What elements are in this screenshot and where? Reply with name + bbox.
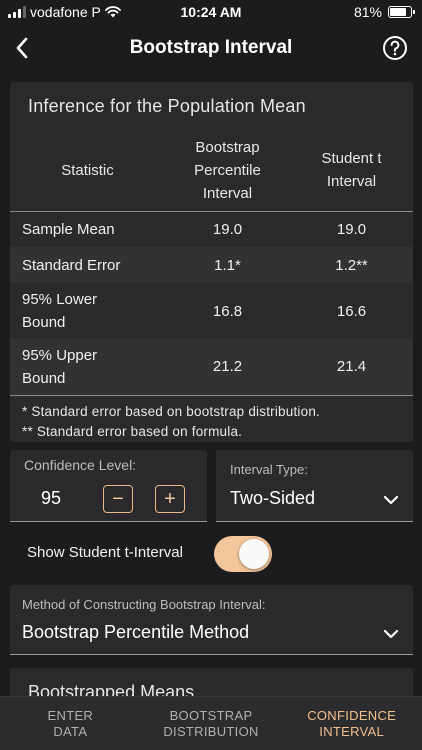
statistics-table: Statistic Bootstrap Percentile Interval … (10, 130, 413, 396)
table-header-row: Statistic Bootstrap Percentile Interval … (10, 130, 413, 212)
student-interval-toggle-label: Show Student t-Interval (27, 544, 183, 561)
student-interval-toggle-row: Show Student t-Interval (0, 534, 422, 574)
tab-label: INTERVAL (319, 724, 385, 739)
student-value: 19.0 (336, 220, 367, 238)
question-circle-icon (383, 36, 407, 60)
tab-label: ENTER (47, 708, 94, 723)
tab-confidence-interval[interactable]: CONFIDENCE INTERVAL (281, 697, 422, 750)
row-label: Sample Mean (22, 220, 115, 238)
header-student: Student t Interval (290, 130, 413, 212)
back-button[interactable] (6, 32, 38, 64)
battery-percent: 81% (353, 4, 382, 20)
footnote-bootstrap: * Standard error based on bootstrap dist… (22, 404, 320, 419)
signal-icon (8, 6, 26, 18)
bootstrap-value: 1.1* (165, 247, 290, 283)
method-label: Method of Constructing Bootstrap Interva… (22, 597, 266, 612)
content-scroll[interactable]: Inference for the Population Mean Statis… (0, 78, 422, 696)
tab-enter-data[interactable]: ENTER DATA (0, 697, 141, 750)
battery-fill (390, 8, 407, 16)
carrier-group: vodafone P (8, 4, 121, 20)
confidence-level-field: Confidence Level: 95 − + (10, 450, 207, 522)
student-interval-toggle[interactable] (214, 536, 272, 572)
tab-bootstrap-distribution[interactable]: BOOTSTRAP DISTRIBUTION (141, 697, 282, 750)
footnote-formula: ** Standard error based on formula. (22, 424, 243, 439)
table-row: 95% Upper Bound 21.2 21.4 (10, 339, 413, 396)
tab-label: CONFIDENCE (307, 708, 397, 723)
carrier-label: vodafone P (30, 4, 101, 20)
header-bootstrap: Bootstrap Percentile Interval (165, 130, 290, 212)
bootstrap-value: 21.2 (165, 339, 290, 396)
chevron-left-icon (16, 37, 28, 59)
method-select[interactable]: Method of Constructing Bootstrap Interva… (10, 585, 413, 655)
bootstrapped-means-card: Bootstrapped Means (10, 668, 413, 696)
inference-card: Inference for the Population Mean Statis… (10, 82, 413, 442)
interval-type-label: Interval Type: (230, 462, 308, 477)
increment-button[interactable]: + (155, 485, 185, 513)
chevron-down-icon (383, 495, 399, 505)
navigation-bar: Bootstrap Interval (0, 26, 422, 70)
table-row: Sample Mean 19.0 19.0 (10, 211, 413, 247)
interval-type-select[interactable]: Interval Type: Two-Sided (216, 450, 413, 522)
wifi-icon (104, 6, 121, 18)
bootstrap-value: 19.0 (212, 220, 243, 238)
footnotes: * Standard error based on bootstrap dist… (22, 402, 320, 442)
table-row: 95% Lower Bound 16.8 16.6 (10, 283, 413, 339)
table-row: Standard Error 1.1* 1.2** (10, 247, 413, 283)
interval-type-value: Two-Sided (230, 488, 316, 508)
student-value: 1.2** (290, 247, 413, 283)
help-button[interactable] (382, 35, 408, 61)
battery-group: 81% (353, 4, 415, 20)
battery-icon (388, 6, 415, 18)
inference-title: Inference for the Population Mean (28, 96, 306, 116)
header-statistic: Statistic (10, 130, 165, 212)
student-value: 21.4 (290, 339, 413, 396)
row-label: 95% Lower Bound (22, 291, 98, 331)
status-bar: vodafone P 10:24 AM 81% (0, 0, 422, 24)
bootstrap-value: 16.8 (212, 302, 243, 320)
student-value: 16.6 (336, 302, 367, 320)
tab-bar: ENTER DATA BOOTSTRAP DISTRIBUTION CONFID… (0, 696, 422, 750)
tab-label: DATA (53, 724, 88, 739)
confidence-level-value: 95 (41, 488, 62, 508)
confidence-level-label: Confidence Level: (24, 457, 137, 473)
row-label: 95% Upper Bound (10, 339, 165, 396)
bootstrapped-means-title: Bootstrapped Means (28, 682, 195, 696)
toggle-knob (239, 539, 269, 569)
decrement-button[interactable]: − (103, 485, 133, 513)
chevron-down-icon (383, 629, 399, 639)
tab-label: BOOTSTRAP (169, 708, 253, 723)
tab-label: DISTRIBUTION (163, 724, 259, 739)
method-value: Bootstrap Percentile Method (22, 622, 250, 642)
row-label: Standard Error (10, 247, 165, 283)
page-title: Bootstrap Interval (129, 37, 293, 58)
